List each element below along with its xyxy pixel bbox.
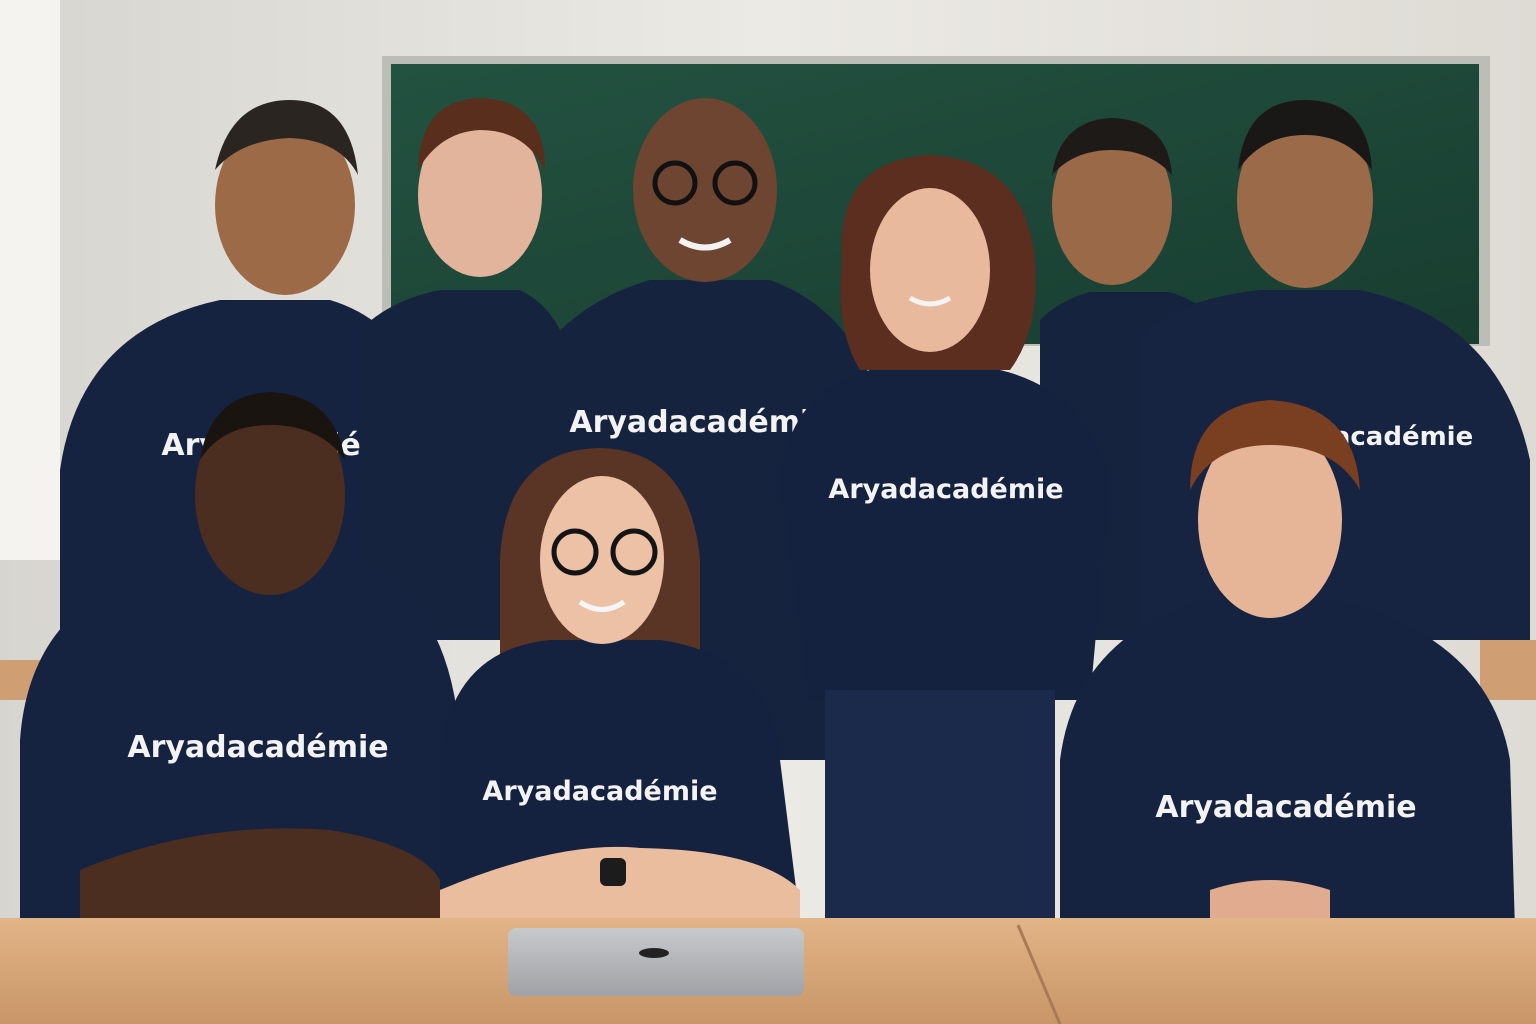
window-light xyxy=(0,0,60,560)
shirt-logo-text: Aryadacadémie xyxy=(482,776,717,807)
shirt-logo-text: Aryadacadémie xyxy=(1155,790,1416,825)
back-desk-right xyxy=(1480,640,1536,700)
team-photo-scene: Aryadacadémie Aryadacadémie Aryadacadémi… xyxy=(0,0,1536,1024)
team-photo: Aryadacadémie Aryadacadémie Aryadacadémi… xyxy=(0,0,1536,1024)
shirt-logo-text: Aryadacadémie xyxy=(127,730,388,765)
laptop xyxy=(508,928,804,996)
shirt-logo-text: Aryadacadémie xyxy=(828,474,1063,505)
